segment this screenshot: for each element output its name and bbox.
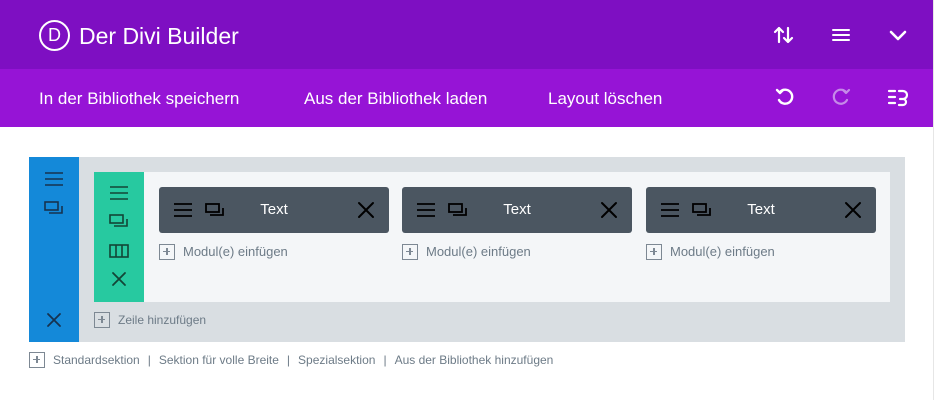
module-duplicate-icon[interactable] (204, 200, 226, 225)
add-fullwidth-section-link[interactable]: Sektion für volle Breite (159, 353, 279, 367)
clear-layout-button[interactable]: Layout löschen (548, 88, 662, 110)
plus-icon (402, 243, 418, 260)
divi-builder: D Der Divi Builder In der Bibliothek spe… (0, 0, 939, 400)
section-delete-icon[interactable] (44, 310, 64, 330)
module-menu-icon[interactable] (659, 200, 681, 225)
module-menu-icon[interactable] (172, 200, 194, 225)
insert-module-label: Modul(e) einfügen (426, 244, 531, 259)
section-move-menu-icon[interactable] (43, 170, 65, 188)
add-row-label: Zeile hinzufügen (118, 313, 207, 327)
module-menu-icon[interactable] (415, 200, 437, 225)
section-duplicate-icon[interactable] (43, 199, 65, 217)
add-section-links: Standardsektion | Sektion für volle Breite… (29, 351, 553, 369)
plus-icon (94, 311, 110, 328)
add-from-library-link[interactable]: Aus der Bibliothek hinzufügen (395, 353, 554, 367)
add-specialty-section-link[interactable]: Spezialsektion (298, 353, 375, 367)
chevron-down-icon[interactable] (885, 22, 911, 48)
plus-icon (646, 243, 662, 260)
row-duplicate-icon[interactable] (108, 212, 130, 230)
builder-header: D Der Divi Builder (0, 0, 933, 69)
app-title: Der Divi Builder (79, 23, 239, 49)
sort-icon[interactable] (771, 22, 797, 48)
add-standard-section-link[interactable]: Standardsektion (53, 353, 140, 367)
module-delete-icon[interactable] (843, 200, 863, 225)
insert-module-label: Modul(e) einfügen (183, 244, 288, 259)
module-delete-icon[interactable] (356, 200, 376, 225)
save-to-library-button[interactable]: In der Bibliothek speichern (39, 88, 239, 110)
add-row-button[interactable]: Zeile hinzufügen (94, 311, 206, 329)
insert-module-label: Modul(e) einfügen (670, 244, 775, 259)
text-module[interactable]: Text (159, 187, 389, 233)
plus-icon (159, 243, 175, 260)
row-move-menu-icon[interactable] (108, 184, 130, 202)
portability-icon[interactable] (886, 86, 908, 108)
module-duplicate-icon[interactable] (447, 200, 469, 225)
module-delete-icon[interactable] (599, 200, 619, 225)
insert-module-button[interactable]: Modul(e) einfügen (646, 243, 775, 261)
separator: | (383, 353, 387, 367)
text-module[interactable]: Text (646, 187, 876, 233)
insert-module-button[interactable]: Modul(e) einfügen (159, 243, 288, 261)
window-edge (933, 0, 939, 400)
separator: | (147, 353, 151, 367)
separator: | (286, 353, 291, 367)
redo-icon[interactable] (830, 86, 852, 108)
text-module[interactable]: Text (402, 187, 632, 233)
plus-icon (29, 351, 45, 368)
divi-logo: D (39, 20, 70, 51)
menu-icon[interactable] (828, 22, 854, 48)
undo-icon[interactable] (774, 86, 796, 108)
row-delete-icon[interactable] (109, 269, 129, 289)
load-from-library-button[interactable]: Aus der Bibliothek laden (304, 88, 487, 110)
module-duplicate-icon[interactable] (691, 200, 713, 225)
row-columns-icon[interactable] (108, 242, 130, 260)
insert-module-button[interactable]: Modul(e) einfügen (402, 243, 531, 261)
